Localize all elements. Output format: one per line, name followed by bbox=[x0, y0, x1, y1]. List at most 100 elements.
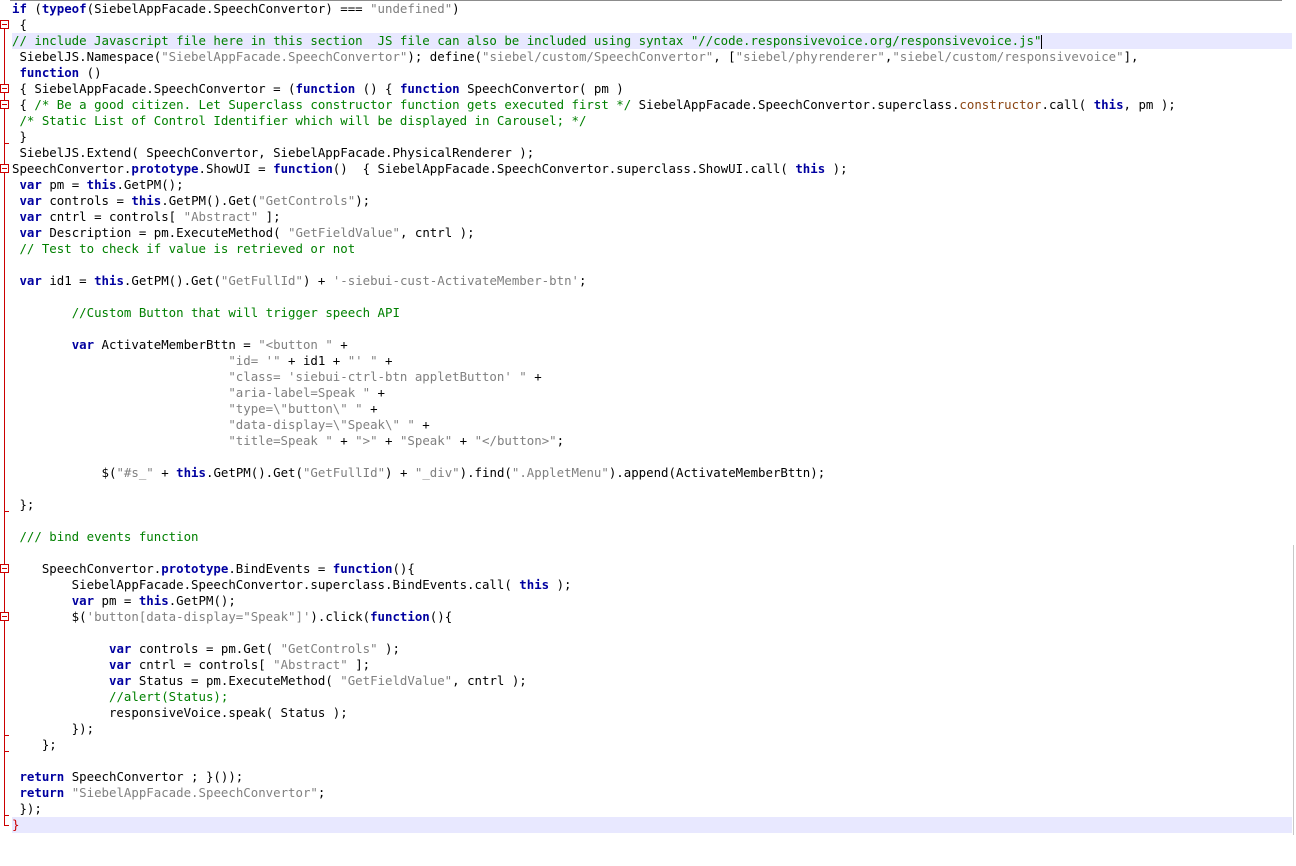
code-token: typeof bbox=[41, 1, 87, 16]
code-line[interactable] bbox=[12, 289, 1292, 305]
code-line[interactable]: return "SiebelAppFacade.SpeechConvertor"… bbox=[12, 785, 1292, 801]
code-token: SiebelJS.Namespace( bbox=[12, 49, 162, 64]
code-line[interactable]: var controls = pm.Get( "GetControls" ); bbox=[12, 641, 1292, 657]
code-token: "GetFieldValue" bbox=[288, 225, 400, 240]
code-line[interactable]: }; bbox=[12, 737, 1292, 753]
code-token: .BindEvents = bbox=[228, 561, 333, 576]
code-line[interactable]: /// bind events function bbox=[12, 529, 1292, 545]
code-line[interactable]: // include Javascript file here in this … bbox=[12, 33, 1292, 49]
code-token: prototype bbox=[131, 161, 199, 176]
code-line[interactable]: var pm = this.GetPM(); bbox=[12, 177, 1292, 193]
code-line[interactable]: "aria-label=Speak " + bbox=[12, 385, 1292, 401]
code-line[interactable] bbox=[12, 513, 1292, 529]
code-token: ) bbox=[452, 1, 460, 16]
code-token: + bbox=[370, 385, 386, 400]
code-token: ).click( bbox=[310, 609, 371, 624]
code-line[interactable]: SpeechConvertor.prototype.ShowUI = funct… bbox=[12, 161, 1292, 177]
code-line[interactable]: }); bbox=[12, 801, 1292, 817]
code-line[interactable]: "class= 'siebui-ctrl-btn appletButton' "… bbox=[12, 369, 1292, 385]
code-token: SiebelAppFacade.SpeechConvertor.supercla… bbox=[12, 577, 520, 592]
code-line[interactable]: return SpeechConvertor ; }()); bbox=[12, 769, 1292, 785]
fold-toggle-icon[interactable] bbox=[0, 612, 9, 621]
code-line[interactable]: var cntrl = controls[ "Abstract" ]; bbox=[12, 209, 1292, 225]
code-line[interactable]: //Custom Button that will trigger speech… bbox=[12, 305, 1292, 321]
code-token: SiebelJS.Extend( SpeechConvertor, Siebel… bbox=[12, 145, 535, 160]
code-line[interactable]: SiebelJS.Extend( SpeechConvertor, Siebel… bbox=[12, 145, 1292, 161]
code-token: function bbox=[295, 81, 356, 96]
code-token: this bbox=[795, 161, 826, 176]
code-editor[interactable]: if (typeof(SiebelAppFacade.SpeechConvert… bbox=[0, 0, 1296, 866]
code-line[interactable]: "title=Speak " + ">" + "Speak" + "</butt… bbox=[12, 433, 1292, 449]
code-token: ], bbox=[1123, 49, 1139, 64]
code-line[interactable]: "type=\"button\" " + bbox=[12, 401, 1292, 417]
code-token: "#s_" bbox=[116, 465, 154, 480]
code-line[interactable]: SpeechConvertor.prototype.BindEvents = f… bbox=[12, 561, 1292, 577]
fold-toggle-icon[interactable] bbox=[0, 564, 9, 573]
code-line[interactable] bbox=[12, 449, 1292, 465]
code-token: SiebelAppFacade.SpeechConvertor.supercla… bbox=[631, 97, 960, 112]
code-token: "' " bbox=[347, 353, 378, 368]
code-line[interactable]: // Test to check if value is retrieved o… bbox=[12, 241, 1292, 257]
code-token: "siebel/phyrenderer" bbox=[735, 49, 885, 64]
code-line[interactable]: $("#s_" + this.GetPM().Get("GetFullId") … bbox=[12, 465, 1292, 481]
code-line[interactable]: var Description = pm.ExecuteMethod( "Get… bbox=[12, 225, 1292, 241]
code-token: "GetFullId" bbox=[220, 273, 303, 288]
code-text-area[interactable]: if (typeof(SiebelAppFacade.SpeechConvert… bbox=[12, 1, 1292, 833]
code-token: this bbox=[519, 577, 550, 592]
code-token: .GetPM().Get( bbox=[161, 193, 259, 208]
code-line[interactable]: "data-display=\"Speak\" " + bbox=[12, 417, 1292, 433]
fold-toggle-icon[interactable] bbox=[0, 84, 9, 93]
code-line[interactable] bbox=[12, 753, 1292, 769]
code-line[interactable]: { /* Be a good citizen. Let Superclass c… bbox=[12, 97, 1292, 113]
code-line[interactable] bbox=[12, 321, 1292, 337]
code-line[interactable]: /* Static List of Control Identifier whi… bbox=[12, 113, 1292, 129]
code-token: () { SiebelAppFacade.SpeechConvertor.sup… bbox=[332, 161, 796, 176]
code-token: () { bbox=[355, 81, 400, 96]
code-token: + bbox=[362, 401, 378, 416]
code-line[interactable] bbox=[12, 625, 1292, 641]
code-line[interactable]: } bbox=[12, 817, 1292, 833]
code-line[interactable]: responsiveVoice.speak( Status ); bbox=[12, 705, 1292, 721]
code-token: Description = pm.ExecuteMethod( bbox=[41, 225, 289, 240]
code-token: .GetPM().Get( bbox=[205, 465, 303, 480]
code-token: + id1 + bbox=[280, 353, 348, 368]
fold-toggle-icon[interactable] bbox=[0, 20, 9, 29]
code-line[interactable]: //alert(Status); bbox=[12, 689, 1292, 705]
code-line[interactable]: }); bbox=[12, 721, 1292, 737]
code-line[interactable]: var Status = pm.ExecuteMethod( "GetField… bbox=[12, 673, 1292, 689]
code-line[interactable]: var id1 = this.GetPM().Get("GetFullId") … bbox=[12, 273, 1292, 289]
code-token: return bbox=[19, 769, 65, 784]
fold-toggle-icon[interactable] bbox=[0, 100, 9, 109]
code-token: var bbox=[71, 337, 95, 352]
code-line[interactable]: var controls = this.GetPM().Get("GetCont… bbox=[12, 193, 1292, 209]
code-line[interactable]: { bbox=[12, 17, 1292, 33]
code-line[interactable]: var cntrl = controls[ "Abstract" ]; bbox=[12, 657, 1292, 673]
code-line[interactable]: SiebelAppFacade.SpeechConvertor.supercla… bbox=[12, 577, 1292, 593]
code-line[interactable]: } bbox=[12, 129, 1292, 145]
code-line[interactable]: var ActivateMemberBttn = "<button " + bbox=[12, 337, 1292, 353]
fold-toggle-icon[interactable] bbox=[0, 164, 9, 173]
code-line[interactable]: $('button[data-display="Speak"]').click(… bbox=[12, 609, 1292, 625]
code-line[interactable] bbox=[12, 257, 1292, 273]
code-token: var bbox=[108, 657, 132, 672]
code-line[interactable]: if (typeof(SiebelAppFacade.SpeechConvert… bbox=[12, 1, 1292, 17]
code-line[interactable]: var pm = this.GetPM(); bbox=[12, 593, 1292, 609]
code-token: ; bbox=[556, 433, 565, 448]
code-line[interactable]: }; bbox=[12, 497, 1292, 513]
code-token: // include Javascript file here in this … bbox=[12, 33, 1042, 48]
code-token: /// bind events function bbox=[19, 529, 199, 544]
code-line[interactable] bbox=[12, 545, 1292, 561]
code-line[interactable]: function () bbox=[12, 65, 1292, 81]
code-token: "GetFullId" bbox=[302, 465, 386, 480]
fold-end-marker bbox=[4, 143, 9, 144]
code-line[interactable] bbox=[12, 481, 1292, 497]
code-line[interactable]: SiebelJS.Namespace("SiebelAppFacade.Spee… bbox=[12, 49, 1292, 65]
code-line[interactable]: { SiebelAppFacade.SpeechConvertor = (fun… bbox=[12, 81, 1292, 97]
code-line[interactable]: "id= '" + id1 + "' " + bbox=[12, 353, 1292, 369]
code-token: var bbox=[108, 641, 132, 656]
